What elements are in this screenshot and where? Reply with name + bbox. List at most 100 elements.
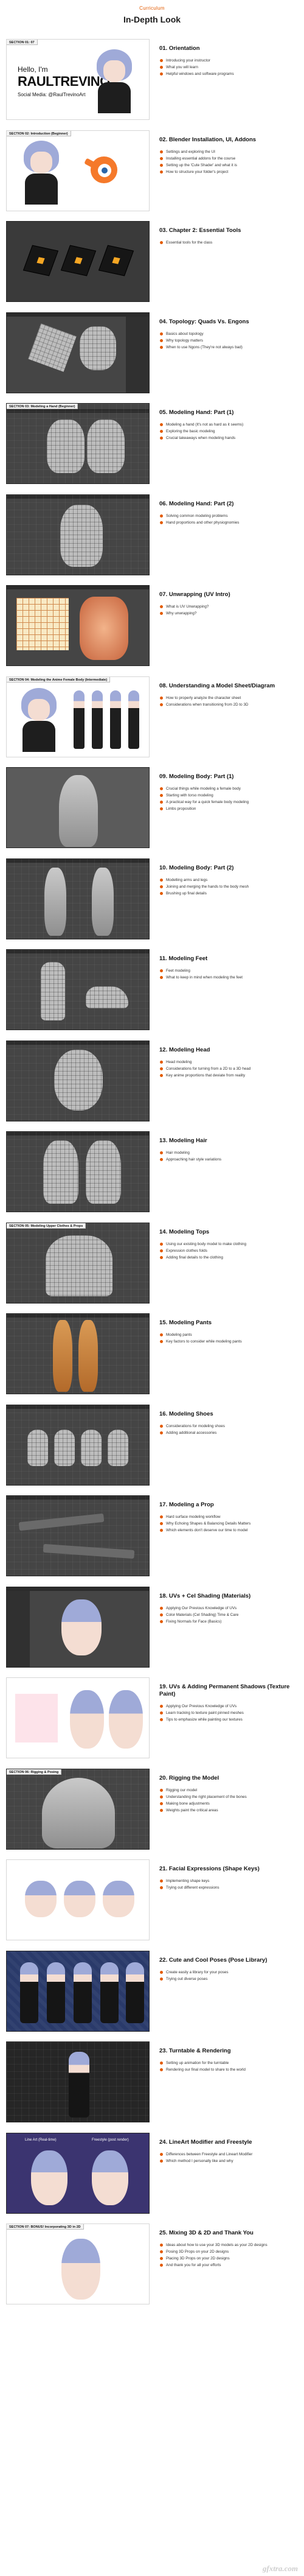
lesson-list: SECTION 01: 07 Hello, I'm RAULTREVINO So… [0,33,304,2309]
lesson-item: 03. Chapter 2: Essential Tools Essential… [0,215,304,306]
uv-hand-model [80,597,128,660]
lesson-bullet: Setting up the 'Cute Shader' and what it… [159,162,299,169]
lesson-thumbnail[interactable] [6,949,150,1030]
lesson-bullets: Introducing your instructor What you wil… [159,57,299,77]
lesson-thumbnail[interactable] [6,221,150,302]
lesson-bullet: Rendering our final model to share to th… [159,2066,299,2073]
lesson-thumbnail[interactable] [6,1313,150,1394]
lesson-bullet: Color Materials (Cel Shading) Time & Car… [159,1612,299,1618]
lesson-title: 20. Rigging the Model [159,1774,219,1781]
lesson-title: 23. Turntable & Rendering [159,2048,231,2054]
lesson-thumbnail[interactable] [6,1131,150,1212]
lesson-bullet: Key factors to consider while modeling p… [159,1338,299,1345]
lesson-thumbnail[interactable]: SECTION 06: Rigging & Posing [6,1768,150,1850]
lesson-bullet: Solving common modeling problems [159,513,299,519]
lesson-bullet: Considerations when transitioning from 2… [159,701,299,708]
lesson-item: 04. Topology: Quads Vs. Engons Basics ab… [0,306,304,398]
lesson-bullet: Why Echoing Shapes & Balancing Details M… [159,1520,299,1527]
lesson-bullet: Adding final details to the clothing [159,1254,299,1261]
lesson-title: 14. Modeling Tops [159,1228,210,1235]
lesson-thumbnail[interactable]: SECTION 01: 07 Hello, I'm RAULTREVINO So… [6,39,150,120]
intro-social: Social Media: @RaulTrevinoArt [18,92,86,97]
lesson-item: 10. Modeling Body: Part (2) Modelling ar… [0,852,304,944]
lesson-item: 19. UVs & Adding Permanent Shadows (Text… [0,1671,304,1763]
lesson-bullet: When to use Ngons (They're not always ba… [159,344,299,351]
lesson-bullet: Hair modeling [159,1149,299,1156]
lesson-bullet: Considerations for modeling shoes [159,1423,299,1430]
lesson-thumbnail[interactable]: SECTION 04: Modeling the Anime Female Bo… [6,676,150,757]
freestyle-label: Freestyle (post render) [92,2138,129,2142]
lesson-item: SECTION 01: 07 Hello, I'm RAULTREVINO So… [0,33,304,124]
cube-icon [98,245,134,276]
lesson-thumbnail[interactable] [6,1677,150,1758]
lesson-bullet: Head modeling [159,1059,299,1065]
section-label: SECTION 07: BONUS! Incorporating 3D in 2… [7,2224,84,2230]
lesson-bullet: Limbs proposition [159,805,299,812]
lesson-thumbnail[interactable] [6,1495,150,1576]
lesson-bullet: Exploring the basic modeling [159,428,299,435]
cube-icon [60,245,97,276]
lesson-title: 02. Blender Installation, UI, Addons [159,136,257,143]
curriculum-eyebrow: Curriculum [139,5,165,11]
lesson-thumbnail[interactable] [6,494,150,575]
lesson-bullet: What you will learn [159,64,299,71]
lesson-bullet: Brushing up final details [159,890,299,897]
lesson-item: 22. Cute and Cool Poses (Pose Library) C… [0,1945,304,2036]
lesson-item: SECTION 07: BONUS! Incorporating 3D in 2… [0,2217,304,2309]
character-avatar [20,140,63,205]
lesson-title: 10. Modeling Body: Part (2) [159,864,234,871]
lesson-bullet: Applying Our Previous Knowledge of UVs [159,1703,299,1710]
lesson-thumbnail[interactable] [6,858,150,939]
lesson-item: 21. Facial Expressions (Shape Keys) Impl… [0,1853,304,1945]
lesson-title: 24. LineArt Modifier and Freestyle [159,2138,252,2146]
lesson-title: 25. Mixing 3D & 2D and Thank You [159,2230,254,2236]
lesson-bullet: Starting with torso modeling [159,792,299,799]
lesson-title: 06. Modeling Hand: Part (2) [159,500,234,507]
lesson-bullet: Understanding the right placement of the… [159,1794,299,1800]
lesson-thumbnail[interactable] [6,767,150,848]
section-label: SECTION 05: Modeling Upper Clothes & Pro… [7,1223,86,1229]
lesson-bullet: Placing 3D Props on your 2D designs [159,2255,299,2262]
lesson-bullet: Crucial things while modeling a female b… [159,785,299,792]
lesson-thumbnail[interactable]: SECTION 05: Modeling Upper Clothes & Pro… [6,1222,150,1304]
lesson-bullet: Hard surface modeling workflow [159,1514,299,1520]
lesson-thumbnail[interactable]: Line Art (Real-time) Freestyle (post ren… [6,2132,150,2214]
lesson-thumbnail[interactable]: SECTION 03: Modeling a Hand (Beginner) [6,403,150,484]
lesson-bullet: Installing essential addons for the cour… [159,155,299,162]
lesson-thumbnail[interactable] [6,1404,150,1486]
lesson-bullet: What to keep in mind when modeling the f… [159,974,299,981]
lesson-bullet: Helpful windows and software programs [159,71,299,77]
lesson-bullet: Learn tracking to texture paint pinned m… [159,1710,299,1716]
lesson-bullet: Crucial takeaways when modeling hands [159,435,299,441]
lesson-bullet: Feet modeling [159,967,299,974]
lesson-title: 08. Understanding a Model Sheet/Diagram [159,682,275,689]
lesson-thumbnail[interactable]: SECTION 07: BONUS! Incorporating 3D in 2… [6,2223,150,2304]
lesson-bullet: Trying out different expressions [159,1884,299,1891]
lesson-thumbnail[interactable] [6,1859,150,1940]
lesson-bullet: Expression clothes folds [159,1248,299,1254]
lesson-thumbnail[interactable] [6,2041,150,2122]
lesson-thumbnail[interactable]: SECTION 02: Introduction (Beginner) [6,130,150,211]
cube-icon [22,245,59,276]
lesson-thumbnail[interactable] [6,1040,150,1121]
lesson-item: 13. Modeling Hair Hair modeling Approach… [0,1125,304,1216]
lesson-title: 09. Modeling Body: Part (1) [159,773,234,780]
lesson-thumbnail[interactable] [6,1950,150,2032]
lesson-item: 15. Modeling Pants Modeling pants Key fa… [0,1307,304,1399]
lesson-bullet: Modelling arms and legs [159,877,299,883]
lesson-bullet: And thank you for all your efforts [159,2262,299,2269]
lesson-bullet: Why topology matters [159,337,299,344]
lesson-title: 01. Orientation [159,45,200,52]
lesson-thumbnail[interactable] [6,585,150,666]
lesson-bullet: Joining and merging the hands to the bod… [159,883,299,890]
lesson-bullet: Using our existing body model to make cl… [159,1241,299,1248]
lesson-thumbnail[interactable] [6,312,150,393]
lesson-title: 07. Unwrapping (UV Intro) [159,591,230,598]
section-label: SECTION 01: 07 [7,40,38,45]
lesson-bullet: Trying out diverse poses [159,1976,299,1982]
lesson-bullet: Settings and exploring the UI [159,149,299,155]
section-label: SECTION 02: Introduction (Beginner) [7,130,71,136]
lesson-thumbnail[interactable] [6,1586,150,1668]
lineart-label: Line Art (Real-time) [25,2138,57,2142]
page-title: In-Depth Look [123,15,181,24]
